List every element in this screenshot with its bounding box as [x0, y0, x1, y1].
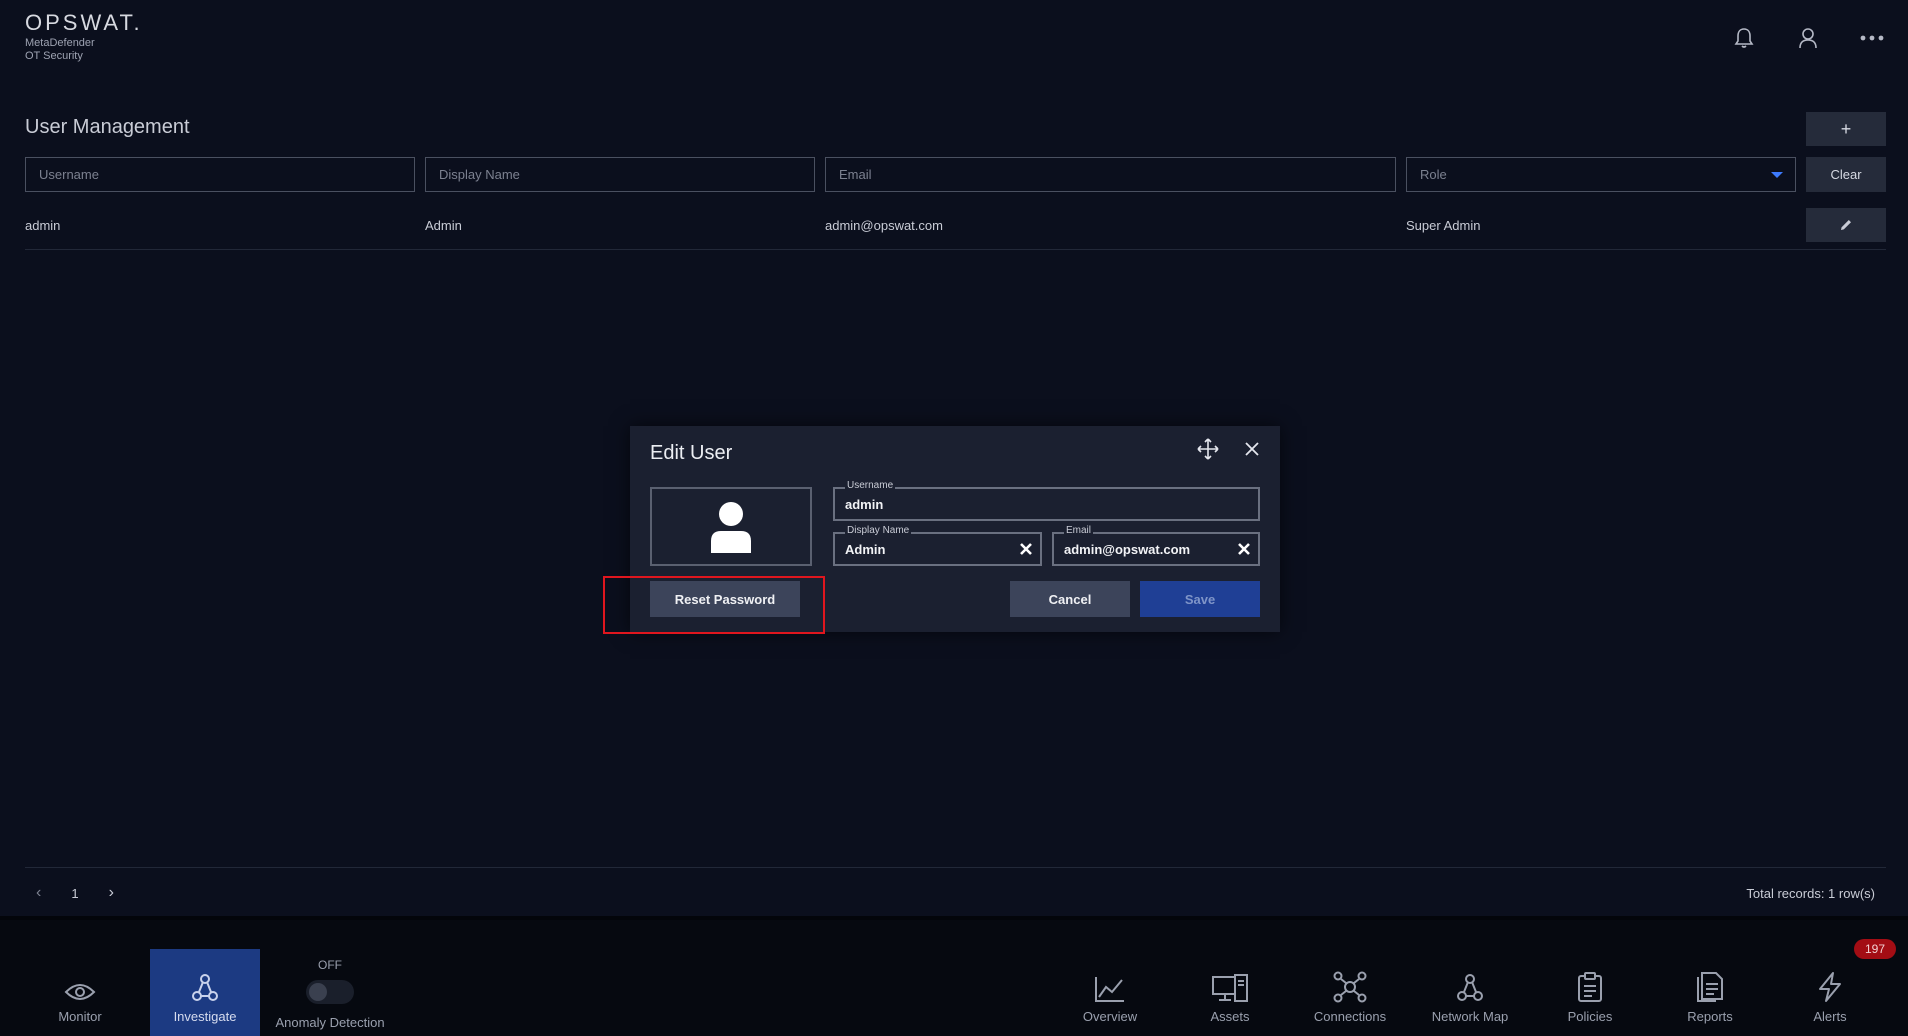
network-map-icon — [1457, 974, 1483, 1001]
add-user-button[interactable]: + — [1806, 112, 1886, 146]
nav-investigate[interactable]: Investigate — [150, 949, 260, 1036]
nav-connections-label: Connections — [1313, 1009, 1387, 1024]
nav-alerts-label: Alerts — [1813, 1009, 1847, 1024]
cell-role: Super Admin — [1406, 218, 1481, 233]
next-page-button[interactable]: › — [109, 884, 114, 902]
username-field-value: admin — [845, 497, 884, 512]
nav-monitor[interactable]: Monitor — [25, 949, 135, 1036]
username-filter-input[interactable] — [25, 157, 415, 192]
move-icon[interactable] — [1197, 438, 1219, 460]
nav-overview[interactable]: Overview — [1055, 949, 1165, 1036]
more-icon[interactable] — [1856, 22, 1888, 54]
cancel-button[interactable]: Cancel — [1010, 581, 1130, 617]
nav-network-map-label: Network Map — [1431, 1009, 1509, 1024]
nav-reports-label: Reports — [1687, 1009, 1733, 1024]
devices-icon — [1212, 974, 1248, 1002]
role-filter-select[interactable]: Role — [1406, 157, 1796, 192]
nav-overview-label: Overview — [1082, 1009, 1138, 1024]
cell-display-name: Admin — [425, 218, 462, 233]
product-name-line1: MetaDefender — [25, 37, 95, 49]
display-name-field-label: Display Name — [845, 525, 912, 537]
clear-filters-button[interactable]: Clear — [1806, 157, 1886, 192]
nav-policies[interactable]: Policies — [1535, 949, 1645, 1036]
nav-assets-label: Assets — [1210, 1009, 1250, 1024]
dialog-title: Edit User — [650, 442, 733, 464]
username-field[interactable]: Username admin — [833, 480, 1260, 521]
chart-line-icon — [1095, 977, 1124, 1002]
nav-network-map[interactable]: Network Map — [1415, 949, 1525, 1036]
display-name-field[interactable]: Display Name Admin — [833, 525, 1042, 566]
display-name-field-value: Admin — [845, 542, 886, 557]
user-icon[interactable] — [1792, 22, 1824, 54]
chevron-down-icon — [1771, 172, 1783, 178]
connections-icon — [1333, 971, 1367, 1003]
anomaly-detection-label: Anomaly Detection — [275, 1015, 385, 1030]
nav-connections[interactable]: Connections — [1295, 949, 1405, 1036]
display-name-filter-input[interactable] — [425, 157, 815, 192]
role-filter-placeholder: Role — [1420, 167, 1447, 182]
nav-assets[interactable]: Assets — [1175, 949, 1285, 1036]
product-name-line2: OT Security — [25, 50, 83, 62]
email-filter-input[interactable] — [825, 157, 1396, 192]
reset-password-button[interactable]: Reset Password — [650, 581, 800, 617]
email-field-label: Email — [1064, 525, 1094, 537]
avatar[interactable] — [650, 487, 812, 566]
bell-icon[interactable] — [1728, 22, 1760, 54]
current-page[interactable]: 1 — [71, 886, 78, 901]
clear-display-name-icon[interactable] — [1018, 541, 1034, 557]
username-field-label: Username — [845, 480, 896, 492]
page-title: User Management — [25, 116, 190, 138]
nav-reports[interactable]: Reports — [1655, 949, 1765, 1036]
pencil-icon — [1841, 220, 1851, 230]
pagination: ‹ 1 › — [36, 884, 114, 902]
table-row: admin Admin admin@opswat.com Super Admin — [25, 208, 1886, 250]
investigate-icon — [192, 974, 218, 1001]
pagination-divider — [25, 867, 1886, 868]
nav-monitor-label: Monitor — [58, 1009, 102, 1024]
anomaly-detection: OFF Anomaly Detection — [272, 958, 388, 1030]
alerts-count-badge: 197 — [1854, 939, 1896, 959]
save-button[interactable]: Save — [1140, 581, 1260, 617]
total-records: Total records: 1 row(s) — [1746, 886, 1875, 901]
brand-name: OPSWAT. — [25, 10, 143, 35]
email-field-value: admin@opswat.com — [1064, 542, 1191, 557]
prev-page-button[interactable]: ‹ — [36, 884, 41, 902]
edit-user-button[interactable] — [1806, 208, 1886, 242]
toggle-knob — [309, 983, 327, 1001]
anomaly-detection-toggle[interactable] — [306, 980, 354, 1004]
nav-alerts[interactable]: Alerts — [1775, 949, 1885, 1036]
email-field[interactable]: Email admin@opswat.com — [1052, 525, 1260, 566]
cell-email: admin@opswat.com — [825, 218, 943, 233]
cell-username: admin — [25, 218, 61, 233]
logo: OPSWAT. MetaDefender OT Security — [25, 12, 143, 63]
clipboard-icon — [1578, 972, 1602, 1002]
close-icon[interactable] — [1242, 439, 1262, 459]
eye-icon — [64, 984, 96, 1000]
reports-icon — [1697, 972, 1723, 1002]
user-avatar-icon — [711, 501, 751, 553]
edit-user-dialog: Edit User Username admin Display Name Ad… — [630, 426, 1280, 632]
clear-email-icon[interactable] — [1236, 541, 1252, 557]
nav-investigate-label: Investigate — [173, 1009, 237, 1024]
header-actions — [1728, 22, 1888, 54]
lightning-icon — [1819, 972, 1841, 1002]
nav-policies-label: Policies — [1567, 1009, 1613, 1024]
anomaly-state: OFF — [318, 958, 342, 972]
